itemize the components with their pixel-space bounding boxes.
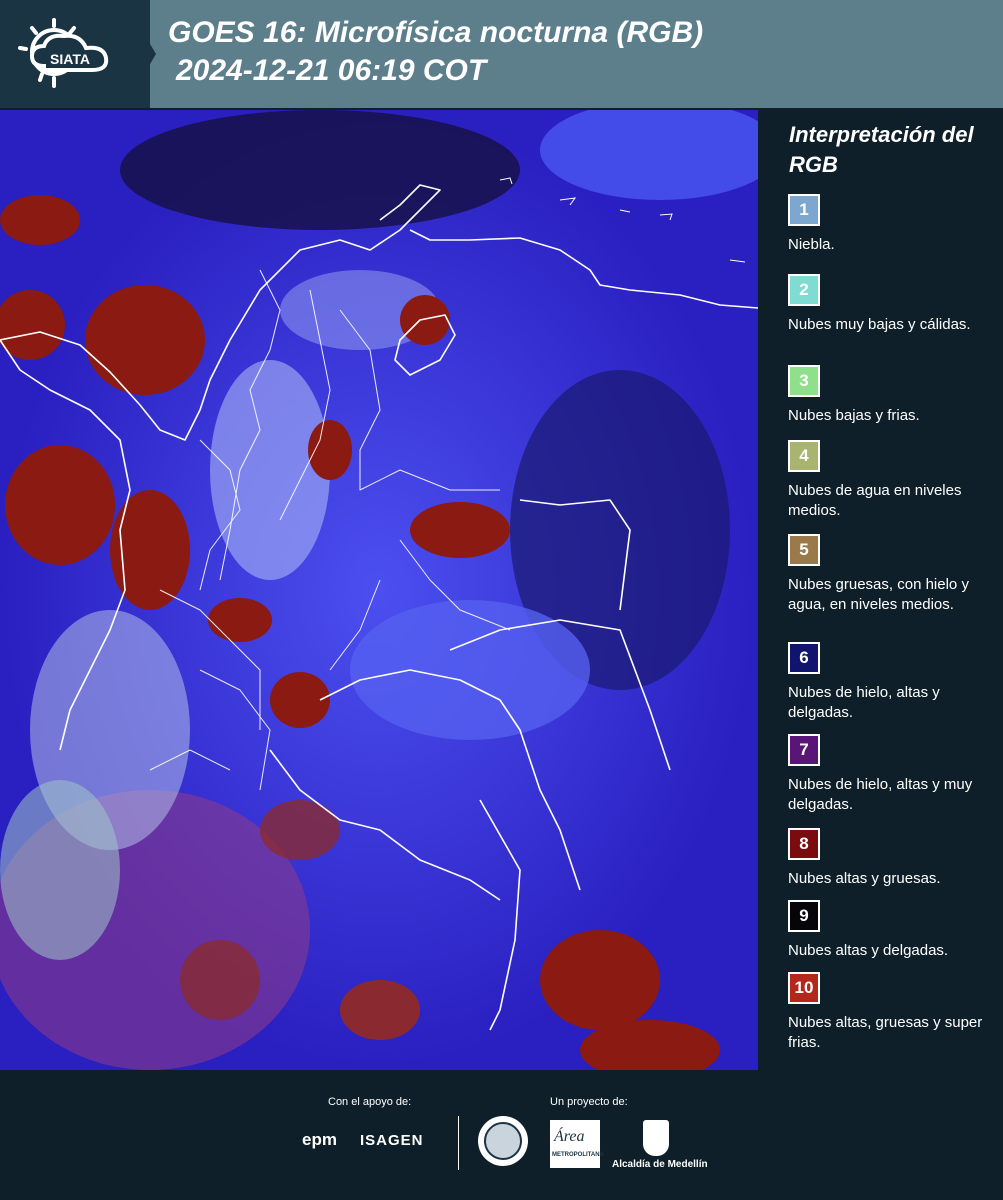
seal-inner-icon: [484, 1122, 522, 1160]
project-label: Un proyecto de:: [550, 1096, 628, 1108]
legend-label-8: Nubes altas y gruesas.: [788, 870, 941, 887]
legend-label-2: Nubes muy bajas y cálidas.: [788, 316, 971, 333]
legend-item-nubes-bajas: 3 Nubes bajas y frias.: [788, 365, 1000, 426]
legend-item-nubes-muy-bajas: 2 Nubes muy bajas y cálidas.: [788, 274, 1000, 335]
header-arrow-decoration: [124, 0, 156, 108]
legend-swatch-9: 9: [788, 900, 820, 932]
legend-label-7: Nubes de hielo, altas y muy delgadas.: [788, 776, 973, 813]
legend-item-niebla: 1 Niebla.: [788, 194, 1000, 255]
page-timestamp: 2024-12-21 06:19 COT: [176, 54, 487, 87]
sun-cloud-icon: SIATA: [18, 18, 109, 88]
alcaldia-label: Alcaldía de Medellín: [612, 1159, 708, 1170]
legend-label-10: Nubes altas, gruesas y super frias.: [788, 1014, 983, 1051]
legend-item-hielo-muy-delgadas: 7 Nubes de hielo, altas y muy delgadas.: [788, 734, 1000, 815]
legend-item-agua-medios: 4 Nubes de agua en niveles medios.: [788, 440, 1000, 521]
legend-item-hielo-delgadas: 6 Nubes de hielo, altas y delgadas.: [788, 642, 1000, 723]
legend-item-nubes-gruesas: 5 Nubes gruesas, con hielo y agua, en ni…: [788, 534, 1000, 615]
legend-item-altas-delgadas: 9 Nubes altas y delgadas.: [788, 900, 1000, 961]
legend-swatch-2: 2: [788, 274, 820, 306]
legend-item-altas-gruesas: 8 Nubes altas y gruesas.: [788, 828, 1000, 889]
legend-swatch-5: 5: [788, 534, 820, 566]
support-label: Con el apoyo de:: [328, 1096, 412, 1108]
medellin-university-seal-icon: [478, 1116, 528, 1166]
footer-divider: [458, 1116, 459, 1170]
legend-label-3: Nubes bajas y frias.: [788, 407, 920, 424]
legend-swatch-6: 6: [788, 642, 820, 674]
footer: Con el apoyo de: Un proyecto de: epm ISA…: [0, 1070, 1003, 1200]
area-metropolitana-logo: Área METROPOLITANA: [550, 1120, 604, 1168]
page-title: GOES 16: Microfísica nocturna (RGB): [168, 16, 704, 49]
isagen-logo: ISAGEN: [360, 1132, 424, 1149]
legend-panel: Interpretación del RGB 1 Niebla. 2 Nubes…: [766, 110, 1003, 1070]
legend-item-super-frias: 10 Nubes altas, gruesas y super frias.: [788, 972, 1000, 1053]
header-bar: SIATA GOES 16: Microfísica nocturna (RGB…: [0, 0, 1003, 108]
area-logo-sub: METROPOLITANA: [552, 1152, 604, 1158]
legend-swatch-3: 3: [788, 365, 820, 397]
legend-label-9: Nubes altas y delgadas.: [788, 942, 949, 959]
legend-label-4: Nubes de agua en niveles medios.: [788, 482, 962, 519]
legend-label-5: Nubes gruesas, con hielo y agua, en nive…: [788, 576, 969, 613]
legend-swatch-4: 4: [788, 440, 820, 472]
satellite-map[interactable]: [0, 110, 758, 1070]
satellite-map-image: [0, 110, 758, 1070]
brand-text: SIATA: [50, 51, 90, 67]
epm-logo: epm: [302, 1130, 337, 1149]
legend-title: Interpretación del RGB: [789, 122, 974, 177]
legend-swatch-10: 10: [788, 972, 820, 1004]
legend-swatch-8: 8: [788, 828, 820, 860]
alcaldia-crest-icon: [643, 1120, 669, 1156]
legend-label-6: Nubes de hielo, altas y delgadas.: [788, 684, 940, 721]
legend-label-1: Niebla.: [788, 236, 835, 253]
area-logo-text: Área: [554, 1128, 585, 1145]
legend-swatch-1: 1: [788, 194, 820, 226]
legend-swatch-7: 7: [788, 734, 820, 766]
